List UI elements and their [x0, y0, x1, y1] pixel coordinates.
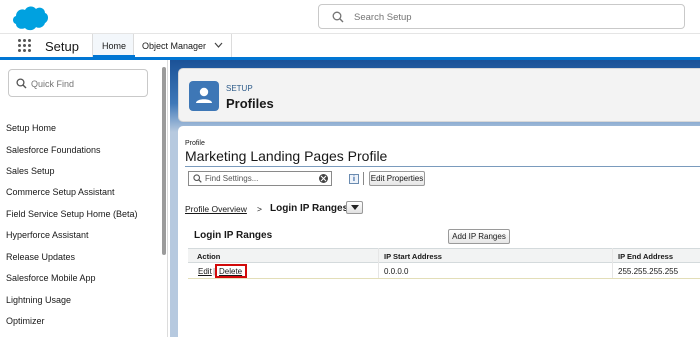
- tab-home-label: Home: [101, 41, 126, 51]
- active-tab-indicator: [93, 55, 135, 57]
- sidebar-item-optimizer[interactable]: Optimizer: [6, 316, 45, 326]
- sidebar-item-sales-setup[interactable]: Sales Setup: [6, 166, 55, 176]
- search-icon: [193, 174, 202, 183]
- sidebar-item-hyperforce-assistant[interactable]: Hyperforce Assistant: [6, 230, 89, 240]
- sidebar-item-lightning-usage[interactable]: Lightning Usage: [6, 295, 71, 305]
- divider: [185, 166, 700, 167]
- page-title: Profiles: [226, 96, 274, 111]
- table-header: Action IP Start Address IP End Address: [188, 248, 700, 263]
- sidebar-item-salesforce-foundations[interactable]: Salesforce Foundations: [6, 145, 101, 155]
- clear-icon[interactable]: [319, 174, 328, 183]
- search-input[interactable]: Search Setup: [318, 4, 685, 29]
- edit-properties-button[interactable]: Edit Properties: [369, 171, 425, 186]
- profile-name: Marketing Landing Pages Profile: [185, 148, 388, 164]
- toolbar-separator: [363, 172, 364, 185]
- content-panel: Profile Marketing Landing Pages Profile …: [178, 126, 700, 337]
- quick-find-placeholder: Quick Find: [31, 79, 75, 89]
- info-icon[interactable]: i: [349, 174, 359, 184]
- profile-label: Profile: [185, 140, 205, 147]
- app-launcher-icon[interactable]: [18, 39, 32, 53]
- delete-link[interactable]: Delete: [215, 264, 247, 278]
- find-settings-placeholder: Find Settings...: [205, 174, 259, 183]
- ip-start-value: 0.0.0.0: [384, 267, 409, 276]
- user-profile-icon: [189, 81, 219, 111]
- breadcrumb-current: Login IP Ranges: [270, 203, 349, 214]
- search-icon: [16, 78, 27, 89]
- tab-object-manager[interactable]: Object Manager: [134, 34, 232, 57]
- global-header: Search Setup: [0, 0, 700, 34]
- chevron-down-icon[interactable]: [214, 42, 223, 48]
- caret-down-icon: [351, 205, 359, 210]
- search-icon: [332, 11, 344, 23]
- app-name: Setup: [45, 39, 79, 54]
- sidebar-scrollbar[interactable]: [162, 67, 166, 255]
- app-nav-bar: Setup Home Object Manager: [0, 34, 700, 60]
- page-eyebrow: SETUP: [226, 84, 253, 93]
- breadcrumb-profile-overview[interactable]: Profile Overview: [185, 204, 247, 214]
- sidebar-item-commerce-setup-assistant[interactable]: Commerce Setup Assistant: [6, 187, 115, 197]
- breadcrumb-separator: >: [257, 204, 262, 214]
- quick-find-input[interactable]: Quick Find: [8, 69, 148, 97]
- salesforce-logo[interactable]: [9, 4, 49, 32]
- tab-home[interactable]: Home: [92, 34, 135, 57]
- search-placeholder: Search Setup: [354, 12, 412, 23]
- table-row: Edit | Delete 0.0.0.0 255.255.255.255: [188, 263, 700, 279]
- section-title: Login IP Ranges: [194, 230, 273, 241]
- sidebar-item-field-service-setup-home[interactable]: Field Service Setup Home (Beta): [6, 209, 138, 219]
- tab-object-manager-label: Object Manager: [142, 41, 207, 51]
- main-content-area: SETUP Profiles Profile Marketing Landing…: [170, 60, 700, 337]
- setup-sidebar: Quick Find Setup Home Salesforce Foundat…: [0, 60, 168, 337]
- sidebar-item-salesforce-mobile-app[interactable]: Salesforce Mobile App: [6, 273, 96, 283]
- ip-end-value: 255.255.255.255: [618, 267, 679, 276]
- column-header-ip-end: IP End Address: [618, 252, 674, 261]
- sidebar-item-setup-home[interactable]: Setup Home: [6, 123, 56, 133]
- breadcrumb-dropdown-button[interactable]: [346, 201, 363, 214]
- find-settings-input[interactable]: Find Settings...: [188, 171, 332, 186]
- add-ip-ranges-button[interactable]: Add IP Ranges: [448, 229, 510, 244]
- column-header-action: Action: [197, 252, 221, 261]
- sidebar-item-release-updates[interactable]: Release Updates: [6, 252, 75, 262]
- edit-link[interactable]: Edit: [198, 267, 212, 276]
- page-header: SETUP Profiles: [178, 68, 700, 122]
- column-header-ip-start: IP Start Address: [384, 252, 442, 261]
